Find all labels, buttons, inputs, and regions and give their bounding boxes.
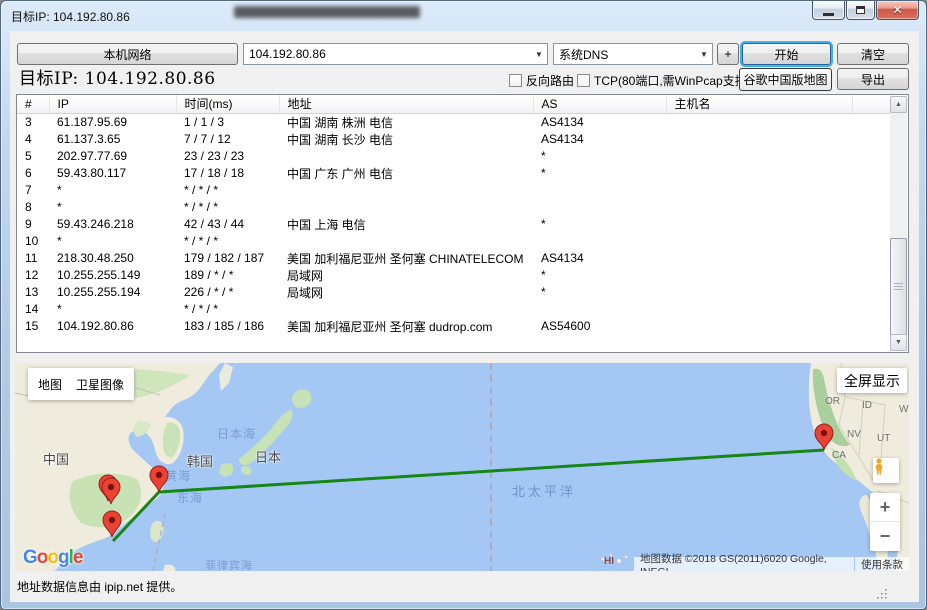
table-row[interactable]: 659.43.80.11717 / 18 / 18中国 广东 广州 电信* [17,165,891,182]
hop-table-body: 361.187.95.691 / 1 / 3中国 湖南 株洲 电信AS4134 … [17,113,891,335]
reverse-route-label: 反向路由 [526,72,574,89]
table-row[interactable]: 15104.192.80.86183 / 185 / 186美国 加利福尼亚州 … [17,318,891,335]
checkbox-icon[interactable] [509,74,522,87]
google-china-map-button[interactable]: 谷歌中国版地图 [739,68,832,91]
map-pins [99,424,833,537]
checkbox-icon[interactable] [577,74,590,87]
clear-button[interactable]: 清空 [837,43,909,65]
table-scrollbar[interactable]: ▲ ▼ [890,96,907,351]
add-target-button[interactable]: + [717,43,739,65]
route-polyline [113,450,824,541]
zoom-out-button[interactable]: − [870,522,900,551]
col-ip[interactable]: IP [49,95,176,113]
dns-value: 系统DNS [559,46,608,63]
redacted-title-text [234,6,420,18]
map-type-control: 地图 卫星图像 [28,368,134,400]
tcp-label: TCP(80端口,需WinPcap支持) [594,72,751,89]
table-row[interactable]: 14** / * / * [17,301,891,318]
reverse-route-checkbox[interactable]: 反向路由 [509,71,574,89]
pegman-icon [873,458,885,476]
table-row[interactable]: 11218.30.48.250179 / 182 / 187美国 加利福尼亚州 … [17,250,891,267]
close-icon: ✕ [892,4,902,16]
map-type-satellite-button[interactable]: 卫星图像 [76,376,124,393]
start-button[interactable]: 开始 [742,43,831,65]
tcp-checkbox[interactable]: TCP(80端口,需WinPcap支持) [577,71,751,89]
table-row[interactable]: 959.43.246.21842 / 43 / 44中国 上海 电信* [17,216,891,233]
fullscreen-button[interactable]: 全屏显示 [837,368,907,393]
table-row[interactable]: 1310.255.255.194226 / * / *局域网* [17,284,891,301]
target-ip-value: 104.192.80.86 [249,47,326,61]
map-zoom-control: + − [870,493,900,551]
close-button[interactable]: ✕ [876,1,919,20]
dns-combobox[interactable]: 系统DNS ▼ [553,43,713,65]
table-row[interactable]: 8** / * / * [17,199,891,216]
table-row[interactable]: 461.137.3.657 / 7 / 12中国 湖南 长沙 电信AS4134 [17,131,891,148]
client-area: 本机网络 104.192.80.86 ▼ 系统DNS ▼ + 开始 清空 目标I… [10,31,919,602]
export-button[interactable]: 导出 [837,68,909,90]
map-type-map-button[interactable]: 地图 [38,376,62,393]
title-bar[interactable]: 目标IP: 104.192.80.86 ✕ [1,1,926,31]
pegman-button[interactable] [873,458,899,483]
hop-table-panel: # IP 时间(ms) 地址 AS 主机名 361.187.95.691 / 1… [16,94,909,353]
map-attribution: 地图数据 ©2018 GS(2011)6020 Google, INEGI [634,557,854,571]
scroll-up-icon[interactable]: ▲ [890,96,907,113]
table-row[interactable]: 5202.97.77.6923 / 23 / 23* [17,148,891,165]
col-num[interactable]: # [17,95,49,113]
scrollbar-thumb[interactable] [890,238,907,335]
restore-button[interactable] [846,1,875,20]
chevron-down-icon[interactable]: ▼ [696,50,712,59]
status-text: 地址数据信息由 ipip.net 提供。 [17,578,182,595]
target-ip-combobox[interactable]: 104.192.80.86 ▼ [243,43,548,65]
col-time[interactable]: 时间(ms) [176,95,279,113]
resize-grip-icon[interactable] [875,587,889,601]
window-title: 目标IP: 104.192.80.86 [11,8,130,25]
table-row[interactable]: 7** / * / * [17,182,891,199]
table-row[interactable]: 10** / * / * [17,233,891,250]
map-pin-san-jose[interactable] [815,424,833,450]
route-map[interactable]: 中国 韩国 日本 日本海 黄海 东海 菲律宾海 北太平洋 HI OR ID WY… [15,363,909,571]
map-route-layer [15,363,909,571]
local-network-button[interactable]: 本机网络 [17,43,238,65]
status-bar: 地址数据信息由 ipip.net 提供。 [10,571,919,602]
window-controls: ✕ [811,1,919,20]
terms-of-use-link[interactable]: 使用条款 [855,557,909,571]
minimize-button[interactable] [812,1,845,20]
col-addr[interactable]: 地址 [279,95,533,113]
minimize-icon [823,13,834,16]
app-window: 目标IP: 104.192.80.86 ✕ 本机网络 104.192.80.86… [0,0,927,610]
google-logo[interactable]: Google [23,547,82,569]
thumb-grip-icon [894,283,903,291]
chevron-down-icon[interactable]: ▼ [531,50,547,59]
zoom-in-button[interactable]: + [870,493,900,522]
table-row[interactable]: 361.187.95.691 / 1 / 3中国 湖南 株洲 电信AS4134 [17,113,891,131]
scroll-down-icon[interactable]: ▼ [890,334,907,351]
col-as[interactable]: AS [533,95,666,113]
target-ip-heading: 目标IP: 104.192.80.86 [19,64,216,89]
map-pin-changsha[interactable] [102,478,120,504]
hop-table: # IP 时间(ms) 地址 AS 主机名 361.187.95.691 / 1… [17,95,891,335]
map-pin-shanghai[interactable] [150,466,168,492]
table-row[interactable]: 1210.255.255.149189 / * / *局域网* [17,267,891,284]
map-pin-guangzhou[interactable] [103,511,121,537]
hop-table-header: # IP 时间(ms) 地址 AS 主机名 [17,95,891,113]
col-host[interactable]: 主机名 [666,95,852,113]
restore-icon [856,6,865,14]
